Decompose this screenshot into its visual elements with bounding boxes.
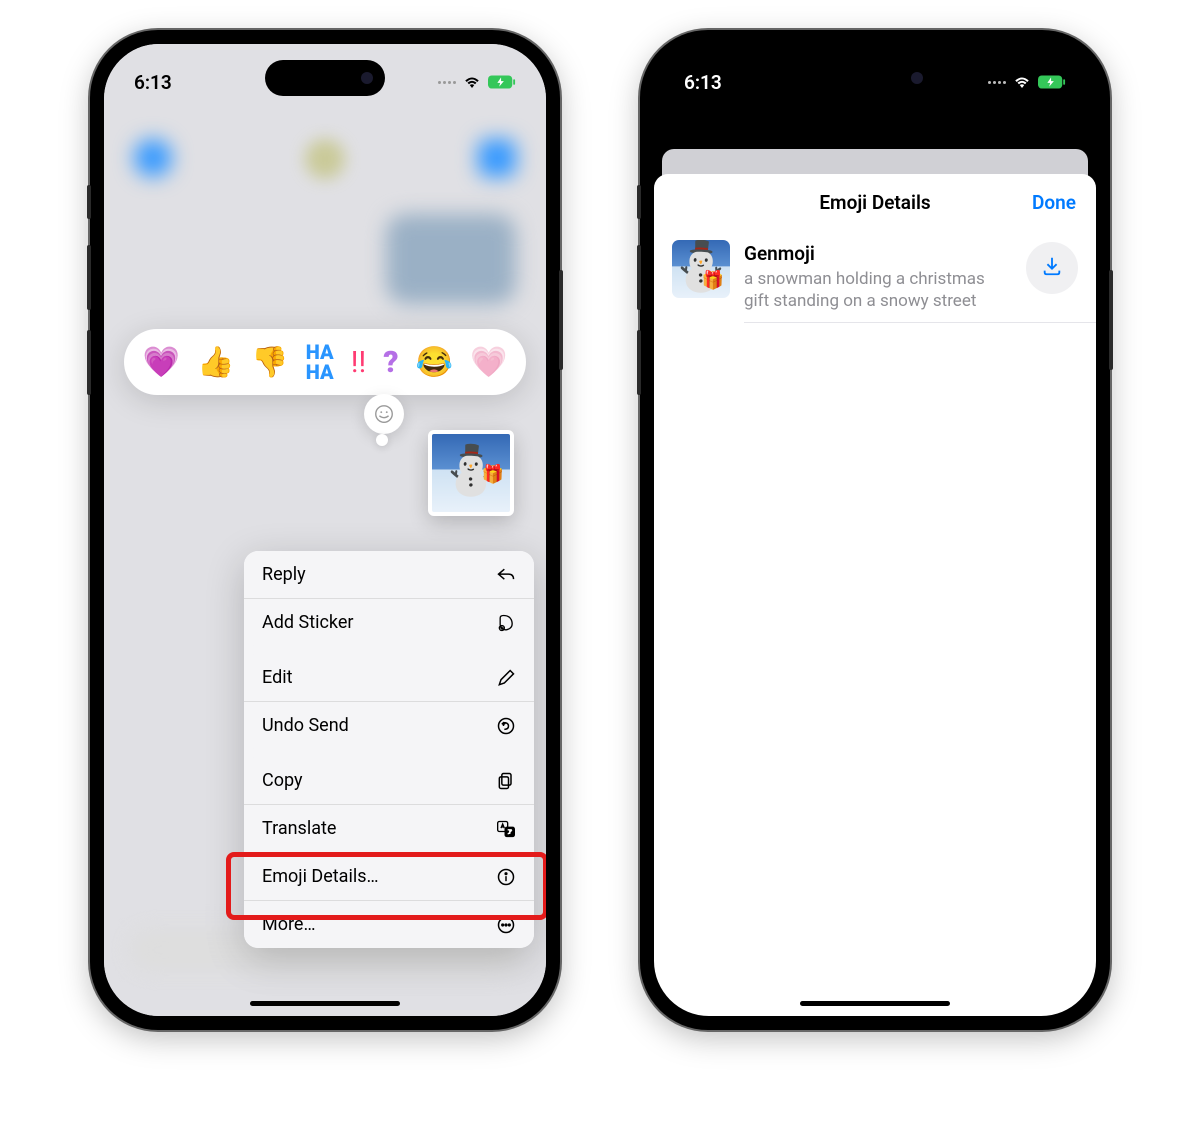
home-indicator[interactable] <box>250 1001 400 1006</box>
menu-add-sticker[interactable]: Add Sticker <box>244 599 534 646</box>
emoji-detail-row: Genmoji a snowman holding a christmas gi… <box>654 230 1096 322</box>
download-icon <box>1041 255 1063 281</box>
home-indicator[interactable] <box>800 1001 950 1006</box>
menu-undo-send[interactable]: Undo Send <box>244 702 534 749</box>
row-divider <box>744 322 1096 323</box>
genmoji-name: Genmoji <box>744 242 1012 265</box>
bt-dots-icon <box>438 81 456 84</box>
menu-more[interactable]: More… <box>244 901 534 948</box>
more-icon <box>496 915 516 935</box>
wifi-icon <box>463 71 481 94</box>
battery-charging-icon <box>488 71 516 94</box>
download-button[interactable] <box>1026 242 1078 294</box>
reaction-heart[interactable]: 💗 <box>143 345 180 380</box>
dynamic-island <box>815 60 935 96</box>
wifi-icon <box>1013 71 1031 94</box>
sheet-header: Emoji Details Done <box>654 174 1096 230</box>
reaction-tail-icon <box>364 394 404 434</box>
info-icon <box>496 867 516 887</box>
reaction-question[interactable]: ? <box>383 345 398 380</box>
genmoji-description: a snowman holding a christmas gift stand… <box>744 268 1012 312</box>
reply-icon <box>496 565 516 585</box>
screen-right: 6:13 Emoji Details Done <box>654 44 1096 1016</box>
menu-edit-label: Edit <box>262 667 292 688</box>
screen-left: 6:13 💗 👍 👎 HAHA ‼︎ ? 😂 💗 <box>104 44 546 1016</box>
reaction-laugh[interactable]: 😂 <box>416 345 453 380</box>
translate-icon <box>496 819 516 839</box>
reaction-picker: 💗 👍 👎 HAHA ‼︎ ? 😂 💗 <box>124 329 526 395</box>
status-time: 6:13 <box>134 71 172 94</box>
genmoji-thumbnail <box>672 240 730 298</box>
undo-icon <box>496 716 516 736</box>
battery-charging-icon <box>1038 71 1066 94</box>
sticker-icon <box>496 613 516 633</box>
edit-icon <box>496 668 516 688</box>
menu-emoji-details-label: Emoji Details… <box>262 866 379 887</box>
reaction-more[interactable]: 💗 <box>470 345 507 380</box>
menu-more-label: More… <box>262 914 316 935</box>
sheet-title: Emoji Details <box>819 191 930 214</box>
iphone-frame-left: 6:13 💗 👍 👎 HAHA ‼︎ ? 😂 💗 <box>90 30 560 1030</box>
menu-reply-label: Reply <box>262 564 306 585</box>
copy-icon <box>496 771 516 791</box>
menu-copy-label: Copy <box>262 770 303 791</box>
message-genmoji-image[interactable] <box>428 430 514 516</box>
reaction-haha[interactable]: HAHA <box>306 342 334 382</box>
status-time: 6:13 <box>684 71 722 94</box>
menu-emoji-details[interactable]: Emoji Details… <box>244 853 534 901</box>
context-menu: Reply Add Sticker Edit Undo Send <box>244 551 534 948</box>
menu-translate[interactable]: Translate <box>244 805 534 853</box>
reaction-exclaim[interactable]: ‼︎ <box>351 345 366 380</box>
menu-translate-label: Translate <box>262 818 336 839</box>
menu-edit[interactable]: Edit <box>244 654 534 702</box>
emoji-details-sheet: Emoji Details Done Genmoji a snowman hol… <box>654 174 1096 1016</box>
menu-undo-send-label: Undo Send <box>262 715 349 736</box>
bt-dots-icon <box>988 81 1006 84</box>
menu-add-sticker-label: Add Sticker <box>262 612 353 633</box>
menu-copy[interactable]: Copy <box>244 757 534 805</box>
iphone-frame-right: 6:13 Emoji Details Done <box>640 30 1110 1030</box>
done-button[interactable]: Done <box>1032 191 1076 214</box>
menu-reply[interactable]: Reply <box>244 551 534 599</box>
dynamic-island <box>265 60 385 96</box>
reaction-thumbs-up[interactable]: 👍 <box>197 345 234 380</box>
reaction-thumbs-down[interactable]: 👎 <box>251 345 288 380</box>
